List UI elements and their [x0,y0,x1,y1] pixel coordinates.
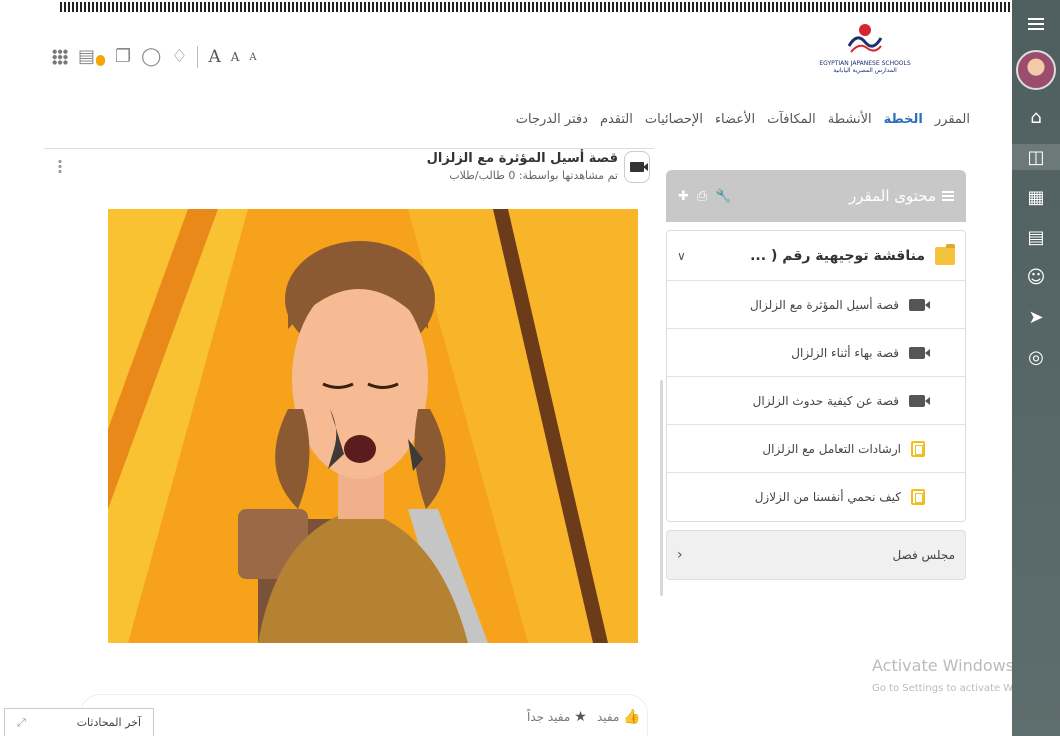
recent-chats-tab[interactable]: آخر المحادثات ⤢ [4,708,154,736]
bell-icon[interactable]: ♢ [171,46,187,68]
panel-scrollbar[interactable] [660,380,663,596]
star-thumb-icon: ★ [574,709,587,725]
right-sidebar: ⌂ ◫ ▦ ▤ ☺ ➤ ◎ [1012,0,1060,736]
video-type-icon-box [624,151,650,183]
document-icon [911,440,925,457]
chevron-left-icon[interactable]: ‹ [677,547,683,563]
useful-label: مفيد [597,710,620,724]
list-item[interactable]: قصة أسيل المؤثرة مع الزلزال [667,281,965,329]
list-item-label: كيف نحمي أنفسنا من الزلازل [754,490,901,504]
course-content-panel: ✚ ⎙ 🔧 محتوى المقرر مناقشة توجيهية رقم ( … [666,170,966,608]
logo-caption-ar: المدارس المصرية اليابانية [833,67,897,74]
class-council-row[interactable]: مجلس فصل ‹ [666,530,966,580]
video-player[interactable] [108,209,638,643]
font-size-small[interactable]: A [249,52,256,63]
kebab-menu-icon[interactable] [58,159,62,175]
tab-activities[interactable]: الأنشطة [828,112,872,136]
class-council-label: مجلس فصل [892,548,956,562]
recent-chats-label: آخر المحادثات [76,716,141,729]
font-size-medium[interactable]: A [231,50,240,64]
folder-icon [935,243,955,265]
tab-members[interactable]: الأعضاء [715,112,755,136]
unit-card: مناقشة توجيهية رقم ( ... ∨ قصة أسيل المؤ… [666,230,966,522]
video-icon [909,298,930,311]
list-item-label: ارشادات التعامل مع الزلزال [762,441,901,456]
chevron-down-icon[interactable]: ∨ [677,249,686,263]
list-item-label: قصة عن كيفية حدوث الزلزال [752,393,899,408]
very-useful-label: مفيد جداً [527,710,571,724]
video-panel: قصة أسيل المؤثرة مع الزلزال تم مشاهدتها … [44,148,654,648]
notes-icon[interactable]: ▤ [78,46,95,68]
video-title: قصة أسيل المؤثرة مع الزلزال [426,151,618,166]
useful-reaction[interactable]: 👍 مفيد [597,709,641,725]
list-item-label: قصة بهاء أثناء الزلزال [791,345,899,360]
avatar[interactable] [1016,50,1056,90]
add-circle-icon[interactable]: ✚ [678,189,689,204]
list-item[interactable]: قصة بهاء أثناء الزلزال [667,329,965,377]
document-list-icon[interactable]: ▤ [1023,224,1049,250]
list-item-label: قصة أسيل المؤثرة مع الزلزال [749,297,899,312]
tab-rewards[interactable]: المكافآت [767,112,816,136]
tab-statistics[interactable]: الإحصائيات [645,112,703,136]
apps-grid-icon[interactable] [52,49,68,65]
document-icon [911,489,925,505]
course-content-label: محتوى المقرر [848,187,936,205]
hamburger-menu-icon[interactable] [1028,18,1044,30]
very-useful-reaction[interactable]: ★ مفيد جداً [527,709,587,725]
monitor-icon[interactable]: ◫ [1012,144,1060,170]
list-item[interactable]: كيف نحمي أنفسنا من الزلازل [667,473,965,521]
video-title-block: قصة أسيل المؤثرة مع الزلزال تم مشاهدتها … [427,151,650,183]
tab-gradebook[interactable]: دفتر الدرجات [516,112,588,136]
top-dotted-strip [60,2,1010,12]
unit-header[interactable]: مناقشة توجيهية رقم ( ... ∨ [667,231,965,281]
header-tools: ▤ ❐ ◯ ♢ A A A [52,46,257,68]
tab-plan[interactable]: الخطة [884,112,923,136]
font-size-large[interactable]: A [208,47,220,67]
video-camera-icon [630,162,644,172]
expand-icon[interactable]: ⤢ [17,716,26,730]
list-icon [942,191,954,201]
chat-bubbles-icon[interactable]: ◯ [141,46,161,68]
unit-title: مناقشة توجيهية رقم ( ... [750,247,925,264]
video-icon [909,346,930,359]
lifebuoy-icon[interactable]: ◎ [1023,344,1049,370]
rocket-icon[interactable]: ➤ [1023,304,1049,330]
wrench-icon[interactable]: 🔧 [715,189,731,204]
calendar-icon[interactable]: ▦ [1023,184,1049,210]
list-item[interactable]: قصة عن كيفية حدوث الزلزال [667,377,965,425]
notification-badge-dot [96,54,106,66]
video-frame-image [108,209,638,643]
megaphone-icon[interactable]: ❐ [115,46,131,68]
video-views: تم مشاهدتها بواسطة: 0 طالب/طلاب [449,169,618,182]
print-icon[interactable]: ⎙ [697,189,707,204]
divider [197,46,199,68]
tab-progress[interactable]: التقدم [600,112,633,136]
list-item[interactable]: ارشادات التعامل مع الزلزال [667,425,965,473]
course-tabs: المقرر الخطة الأنشطة المكافآت الأعضاء ال… [500,112,970,136]
tab-course[interactable]: المقرر [935,112,970,136]
home-icon[interactable]: ⌂ [1023,104,1049,130]
course-content-title: محتوى المقرر [849,187,954,205]
video-icon [909,394,930,407]
school-logo[interactable]: EGYPTIAN JAPANESE SCHOOLS المدارس المصري… [800,22,930,84]
header: ▤ ❐ ◯ ♢ A A A EGYPTIAN JAPANESE SCHOOLS … [0,12,1012,102]
course-tools: ✚ ⎙ 🔧 [678,189,732,204]
unit-title-wrap: مناقشة توجيهية رقم ( ... [750,243,955,265]
users-icon[interactable]: ☺ [1023,264,1049,290]
thumbs-up-icon: 👍 [623,709,641,725]
logo-emblem-icon [847,24,883,53]
course-content-header: ✚ ⎙ 🔧 محتوى المقرر [666,170,966,222]
logo-caption-en: EGYPTIAN JAPANESE SCHOOLS [819,60,911,67]
reactions-bar: 👍 مفيد ★ مفيد جداً [80,694,648,736]
